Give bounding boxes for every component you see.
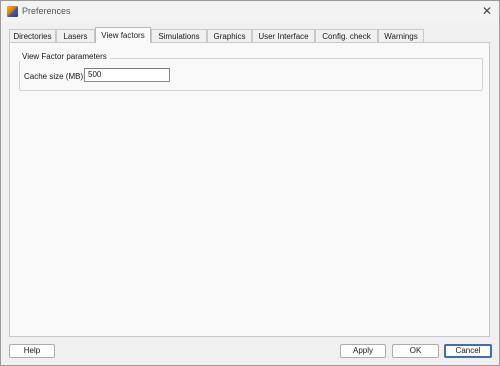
group-title: View Factor parameters	[19, 52, 110, 61]
tab-config-check[interactable]: Config. check	[315, 29, 378, 42]
tab-directories[interactable]: Directories	[9, 29, 56, 42]
app-icon	[7, 6, 18, 17]
cache-size-label: Cache size (MB):	[24, 72, 86, 81]
window-title: Preferences	[22, 6, 71, 16]
view-factors-panel	[9, 42, 490, 337]
tab-user-interface[interactable]: User Interface	[252, 29, 315, 42]
tab-lasers[interactable]: Lasers	[56, 29, 95, 42]
title-bar: Preferences ✕	[1, 1, 499, 23]
tab-view-factors[interactable]: View factors	[95, 27, 151, 43]
tab-warnings[interactable]: Warnings	[378, 29, 424, 42]
help-button[interactable]: Help	[9, 344, 55, 358]
cache-size-input[interactable]: 500	[84, 68, 170, 82]
ok-button[interactable]: OK	[392, 344, 439, 358]
apply-button[interactable]: Apply	[340, 344, 386, 358]
tab-simulations[interactable]: Simulations	[151, 29, 207, 42]
cancel-button[interactable]: Cancel	[444, 344, 492, 358]
tab-graphics[interactable]: Graphics	[207, 29, 252, 42]
close-icon[interactable]: ✕	[479, 2, 495, 20]
